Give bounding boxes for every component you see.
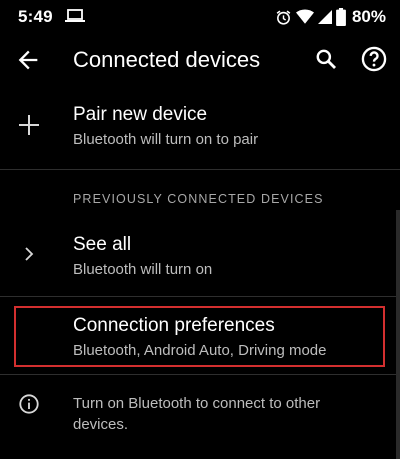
status-time: 5:49	[18, 7, 53, 26]
info-icon	[19, 394, 39, 414]
divider	[0, 374, 400, 375]
section-header-previously-connected: PREVIOUSLY CONNECTED DEVICES	[73, 192, 324, 206]
back-arrow-icon[interactable]	[14, 46, 42, 74]
alarm-icon	[276, 10, 291, 25]
plus-icon	[19, 115, 39, 135]
chevron-right-icon	[25, 247, 34, 261]
status-bar: 5:49 80%	[0, 0, 400, 34]
bluetooth-info-text: Turn on Bluetooth to connect to other de…	[73, 395, 321, 433]
page-title: Connected devices	[73, 47, 261, 72]
see-all-subtitle: Bluetooth will turn on	[73, 261, 213, 278]
wifi-icon	[295, 9, 314, 24]
battery-percentage: 80%	[351, 7, 386, 26]
see-all-item[interactable]: See all Bluetooth will turn on	[0, 222, 400, 288]
status-icons: 80%	[275, 7, 386, 27]
bluetooth-info: Turn on Bluetooth to connect to other de…	[0, 388, 400, 438]
pair-new-device-title: Pair new device	[73, 104, 208, 125]
scroll-indicator	[396, 210, 400, 459]
divider	[0, 169, 400, 170]
battery-icon	[336, 8, 346, 26]
pair-new-device-item[interactable]: Pair new device Bluetooth will turn on t…	[0, 92, 400, 160]
highlight-box	[14, 306, 385, 367]
laptop-icon	[65, 9, 85, 22]
signal-icon	[317, 10, 332, 24]
pair-new-device-subtitle: Bluetooth will turn on to pair	[73, 131, 259, 148]
search-icon[interactable]	[313, 46, 339, 72]
see-all-title: See all	[73, 234, 132, 255]
app-bar: Connected devices	[0, 34, 400, 86]
help-icon[interactable]	[360, 45, 388, 73]
